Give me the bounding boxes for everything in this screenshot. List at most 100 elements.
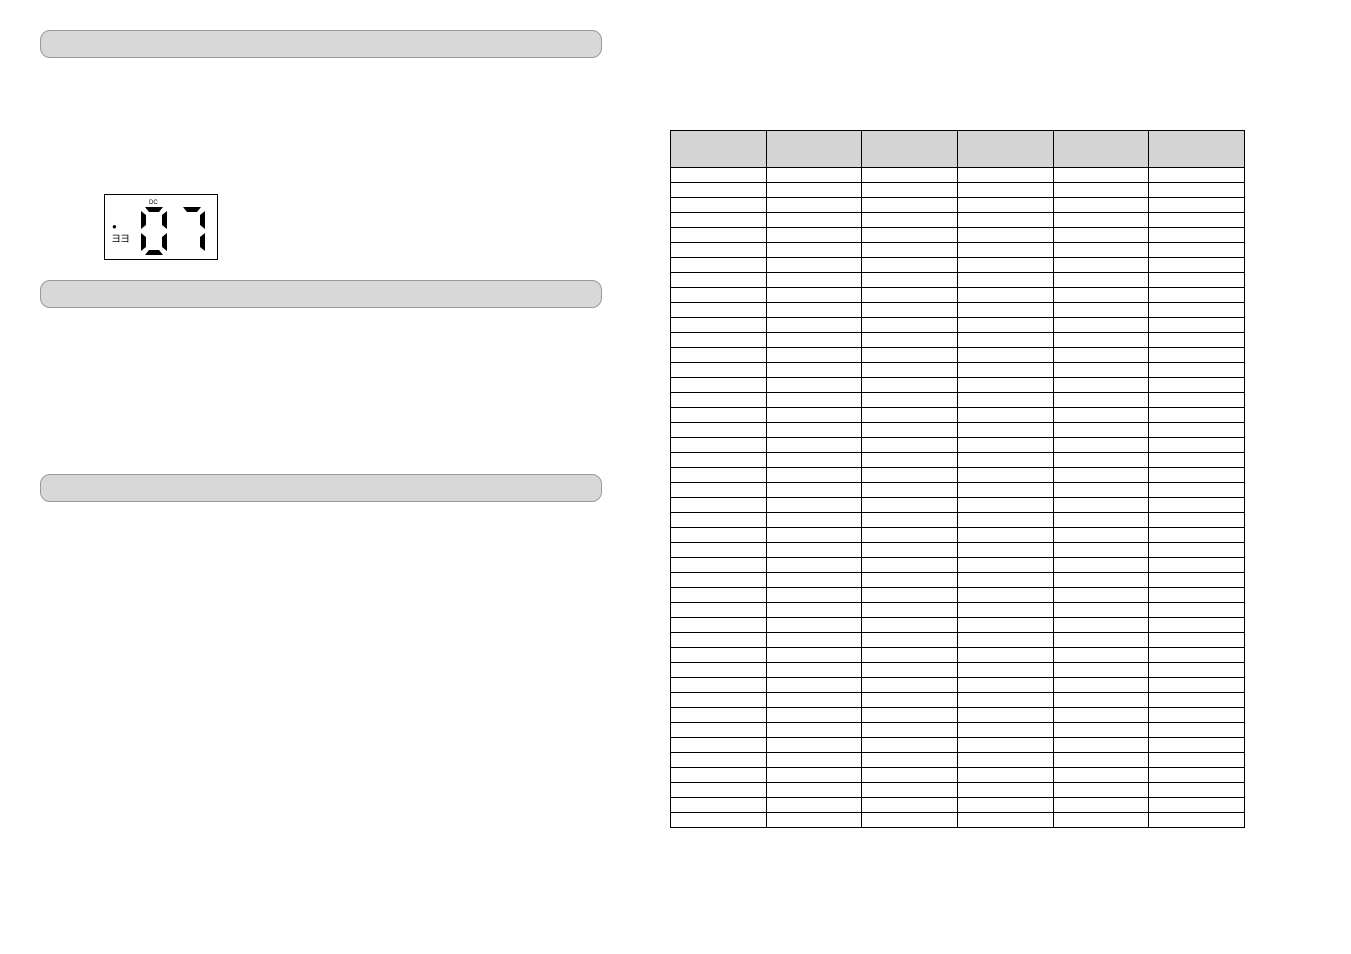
table-cell bbox=[862, 618, 958, 633]
lcd-status-dot-icon: ● bbox=[112, 223, 117, 231]
table-cell bbox=[862, 258, 958, 273]
table-cell bbox=[1149, 783, 1245, 798]
table-cell bbox=[862, 798, 958, 813]
table-cell bbox=[671, 183, 767, 198]
table-cell bbox=[1053, 528, 1149, 543]
table-cell bbox=[671, 423, 767, 438]
table-cell bbox=[671, 558, 767, 573]
table-cell bbox=[671, 198, 767, 213]
table-cell bbox=[957, 453, 1053, 468]
table-cell bbox=[1149, 663, 1245, 678]
table-cell bbox=[671, 348, 767, 363]
table-cell bbox=[1053, 798, 1149, 813]
table-row bbox=[671, 423, 1245, 438]
table-cell bbox=[766, 558, 862, 573]
table-cell bbox=[671, 168, 767, 183]
table-row bbox=[671, 498, 1245, 513]
table-cell bbox=[671, 723, 767, 738]
table-cell bbox=[1053, 813, 1149, 828]
table-cell bbox=[671, 333, 767, 348]
table-cell bbox=[766, 693, 862, 708]
col-header bbox=[862, 131, 958, 168]
table-row bbox=[671, 393, 1245, 408]
table-cell bbox=[766, 303, 862, 318]
table-cell bbox=[862, 573, 958, 588]
table-cell bbox=[1149, 318, 1245, 333]
table-row bbox=[671, 303, 1245, 318]
table-cell bbox=[766, 753, 862, 768]
table-cell bbox=[957, 678, 1053, 693]
table-cell bbox=[957, 648, 1053, 663]
table-cell bbox=[957, 168, 1053, 183]
table-cell bbox=[862, 633, 958, 648]
table-cell bbox=[862, 363, 958, 378]
table-cell bbox=[957, 213, 1053, 228]
table-cell bbox=[957, 348, 1053, 363]
table-cell bbox=[766, 438, 862, 453]
table-cell bbox=[1053, 753, 1149, 768]
table-row bbox=[671, 783, 1245, 798]
table-cell bbox=[671, 213, 767, 228]
table-cell bbox=[862, 228, 958, 243]
table-cell bbox=[862, 288, 958, 303]
table-cell bbox=[1149, 348, 1245, 363]
table-cell bbox=[766, 243, 862, 258]
col-header bbox=[766, 131, 862, 168]
table-cell bbox=[862, 678, 958, 693]
table-cell bbox=[766, 483, 862, 498]
table-cell bbox=[862, 423, 958, 438]
table-cell bbox=[957, 543, 1053, 558]
table-cell bbox=[766, 318, 862, 333]
table-cell bbox=[1149, 768, 1245, 783]
table-cell bbox=[1053, 183, 1149, 198]
table-cell bbox=[766, 198, 862, 213]
table-cell bbox=[766, 768, 862, 783]
table-cell bbox=[766, 738, 862, 753]
table-cell bbox=[766, 708, 862, 723]
table-cell bbox=[671, 303, 767, 318]
table-cell bbox=[1149, 543, 1245, 558]
table-cell bbox=[957, 408, 1053, 423]
table-cell bbox=[671, 378, 767, 393]
table-cell bbox=[862, 393, 958, 408]
table-cell bbox=[766, 798, 862, 813]
table-cell bbox=[1053, 303, 1149, 318]
table-cell bbox=[957, 183, 1053, 198]
table-cell bbox=[1149, 483, 1245, 498]
table-row bbox=[671, 768, 1245, 783]
table-cell bbox=[862, 513, 958, 528]
table-cell bbox=[1053, 768, 1149, 783]
table-cell bbox=[862, 708, 958, 723]
table-cell bbox=[766, 618, 862, 633]
table-cell bbox=[766, 168, 862, 183]
table-cell bbox=[862, 468, 958, 483]
table-cell bbox=[1053, 678, 1149, 693]
table-cell bbox=[1149, 423, 1245, 438]
table-cell bbox=[1053, 378, 1149, 393]
table-row bbox=[671, 723, 1245, 738]
right-column bbox=[670, 30, 1245, 828]
table-row bbox=[671, 573, 1245, 588]
table-cell bbox=[1053, 228, 1149, 243]
table-cell bbox=[671, 768, 767, 783]
table-cell bbox=[766, 258, 862, 273]
table-cell bbox=[766, 213, 862, 228]
table-row bbox=[671, 738, 1245, 753]
table-cell bbox=[1053, 273, 1149, 288]
table-cell bbox=[1053, 603, 1149, 618]
left-column: DC ● ヨヨ bbox=[40, 30, 610, 518]
col-header bbox=[671, 131, 767, 168]
lcd-display: DC ● ヨヨ bbox=[104, 194, 218, 260]
table-cell bbox=[1053, 693, 1149, 708]
table-cell bbox=[766, 633, 862, 648]
table-cell bbox=[1149, 738, 1245, 753]
table-cell bbox=[957, 333, 1053, 348]
table-body bbox=[671, 168, 1245, 828]
table-cell bbox=[1149, 558, 1245, 573]
table-cell bbox=[1149, 573, 1245, 588]
table-cell bbox=[1053, 348, 1149, 363]
table-cell bbox=[1053, 783, 1149, 798]
table-cell bbox=[862, 183, 958, 198]
table-cell bbox=[671, 468, 767, 483]
table-cell bbox=[957, 363, 1053, 378]
